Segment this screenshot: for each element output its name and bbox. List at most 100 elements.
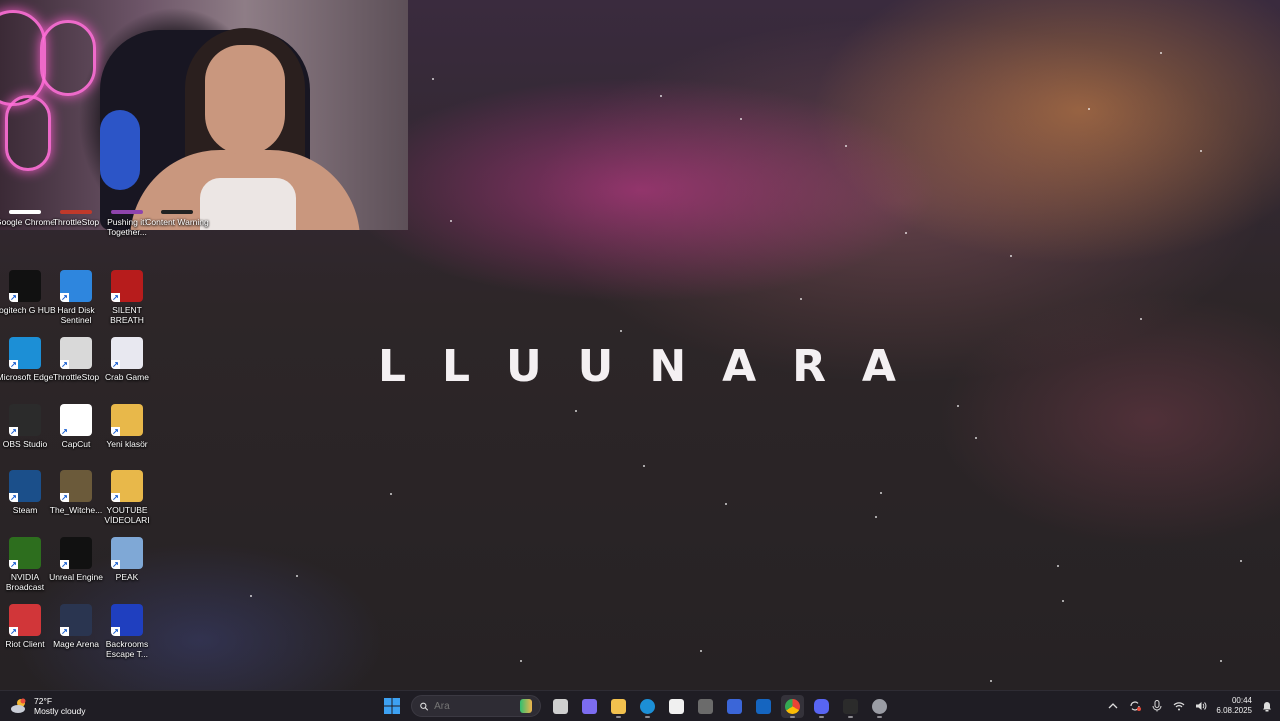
desktop-icon-peak[interactable]: ↗ PEAK (102, 537, 152, 582)
chrome-icon (785, 698, 800, 714)
shortcut-arrow-icon: ↗ (9, 360, 18, 369)
taskbar-app-obs[interactable] (839, 695, 862, 718)
shortcut-arrow-icon: ↗ (60, 493, 69, 502)
taskbar-app-app-hex[interactable] (694, 695, 717, 718)
taskbar-app-edge[interactable] (636, 695, 659, 718)
shortcut-arrow-icon: ↗ (60, 627, 69, 636)
unreal-icon: ↗ (60, 537, 92, 569)
app-icon (727, 698, 742, 714)
taskbar-app-chrome[interactable] (781, 694, 804, 718)
desktop-icon-crabgame[interactable]: ↗ Crab Game (102, 337, 152, 382)
taskbar-app-outlook[interactable] (752, 695, 775, 718)
taskbar-search[interactable] (411, 695, 541, 717)
chevron-up-icon[interactable] (1106, 699, 1120, 713)
brand-letter: L (441, 340, 473, 392)
desktop-icon-throttlestop1[interactable]: ThrottleStop (51, 210, 101, 240)
shortcut-arrow-icon: ↗ (60, 427, 69, 436)
shortcut-arrow-icon: ↗ (9, 493, 18, 502)
desktop-icon-chrome[interactable]: Google Chrome (0, 210, 55, 240)
shortcut-arrow-icon: ↗ (111, 360, 120, 369)
desktop-icon-obs[interactable]: ↗ OBS Studio (0, 404, 50, 449)
desktop-icon-steam[interactable]: ↗ Steam (0, 470, 50, 515)
notification-icon[interactable] (1260, 699, 1274, 713)
start-button[interactable] (380, 695, 403, 718)
desktop-icon-witcher[interactable]: ↗ The_Witche... (50, 470, 102, 515)
discord-icon (814, 698, 829, 714)
shortcut-arrow-icon: ↗ (60, 293, 69, 302)
desktop-icon-edge[interactable]: ↗ Microsoft Edge (0, 337, 53, 382)
weather-widget[interactable]: 72°F Mostly cloudy (10, 694, 86, 718)
shortcut-arrow-icon: ↗ (111, 427, 120, 436)
taskbar-app-copilot[interactable] (578, 695, 601, 718)
shortcut-arrow-icon: ↗ (60, 360, 69, 369)
hexagon-icon (698, 698, 713, 714)
shortcut-arrow-icon: ↗ (9, 293, 18, 302)
desktop-icon-youtubevideos[interactable]: ↗ YOUTUBE VİDEOLARI (102, 470, 152, 525)
clock-date: 6.08.2025 (1216, 706, 1252, 715)
brand-letter: U (505, 340, 544, 392)
game-icon: ↗ (111, 337, 143, 369)
desktop-icon-throttlestop2[interactable]: ↗ ThrottleStop (51, 337, 101, 382)
shortcut-arrow-icon: ↗ (111, 493, 120, 502)
wifi-icon[interactable] (1172, 699, 1186, 713)
desktop-icon-yeniklasor[interactable]: ↗ Yeni klasör (102, 404, 152, 449)
throttlestop-icon (60, 210, 92, 214)
taskbar-app-file-explorer[interactable] (607, 695, 630, 718)
outlook-icon (756, 698, 771, 714)
game-icon: ↗ (60, 470, 92, 502)
brand-letter: A (861, 340, 898, 392)
system-tray: 00:44 6.08.2025 (1106, 694, 1274, 718)
brand-letter: R (792, 340, 828, 392)
taskbar-app-discord[interactable] (810, 695, 833, 718)
taskbar: 72°F Mostly cloudy Ara 00:44 6.08.2025 (0, 690, 1280, 721)
shortcut-arrow-icon: ↗ (9, 560, 18, 569)
taskbar-center (380, 694, 891, 718)
volume-icon[interactable] (1194, 699, 1208, 713)
desktop-icon-label: YOUTUBE VİDEOLARI (104, 505, 150, 525)
search-highlight-icon (520, 699, 532, 713)
brand-letter: L (378, 340, 409, 392)
search-icon (420, 702, 429, 711)
game-icon: ↗ (60, 604, 92, 636)
desktop-icon-backrooms[interactable]: ↗ Backrooms Escape T... (102, 604, 152, 659)
desktop-icon-label: Backrooms Escape T... (105, 639, 149, 659)
file-icon: ↗ (60, 337, 92, 369)
desktop-icon-nvidia[interactable]: ↗ NVIDIA Broadcast (0, 537, 50, 592)
desktop-icon-hdsentinel[interactable]: ↗ Hard Disk Sentinel (51, 270, 101, 325)
shortcut-arrow-icon: ↗ (111, 627, 120, 636)
edge-icon: ↗ (9, 337, 41, 369)
riot-icon: ↗ (9, 604, 41, 636)
sync-icon[interactable] (1128, 699, 1142, 713)
desktop-icon-capcut[interactable]: ↗ CapCut (51, 404, 101, 449)
taskbar-app-settings[interactable] (868, 695, 891, 718)
shortcut-arrow-icon: ↗ (9, 627, 18, 636)
brand-letter: N (649, 340, 689, 392)
shortcut-arrow-icon: ↗ (111, 560, 120, 569)
desktop-icon-label: Crab Game (105, 372, 149, 382)
folder-icon: ↗ (111, 470, 143, 502)
desktop-icon-label: Content Warning (145, 217, 209, 227)
desktop-icon-magearena[interactable]: ↗ Mage Arena (51, 604, 101, 649)
microphone-icon[interactable] (1150, 699, 1164, 713)
desktop-icon-silentbreath[interactable]: ↗ SILENT BREATH (102, 270, 152, 325)
desktop-icon-logitech[interactable]: ↗ Logitech G HUB (0, 270, 56, 315)
taskbar-pinned-apps (549, 694, 891, 718)
webcam-overlay (0, 0, 408, 230)
brand-letter: A (722, 340, 759, 392)
folder-icon (611, 698, 626, 714)
obs-icon: ↗ (9, 404, 41, 436)
taskbar-app-store[interactable] (665, 695, 688, 718)
desktop-icon-contentwarning[interactable]: Content Warning (145, 210, 209, 240)
nvidia-icon: ↗ (9, 537, 41, 569)
game-icon: ↗ (111, 537, 143, 569)
shortcut-arrow-icon: ↗ (9, 427, 18, 436)
search-input[interactable] (434, 700, 515, 712)
desktop-icon-riot[interactable]: ↗ Riot Client (0, 604, 50, 649)
taskbar-app-task-view[interactable] (549, 695, 572, 718)
desktop-icon-unreal[interactable]: ↗ Unreal Engine (49, 537, 103, 582)
desktop-icon-label: PEAK (115, 572, 139, 582)
clock[interactable]: 00:44 6.08.2025 (1216, 696, 1252, 716)
edge-icon (640, 698, 655, 714)
taskbar-app-app-blue[interactable] (723, 695, 746, 718)
capcut-icon: ↗ (60, 404, 92, 436)
